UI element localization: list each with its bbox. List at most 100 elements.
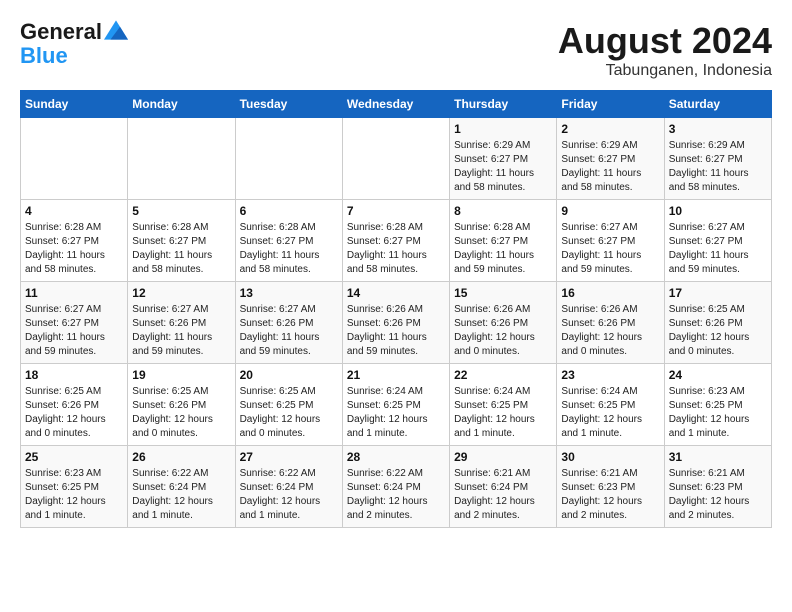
calendar-cell: 1 Sunrise: 6:29 AM Sunset: 6:27 PM Daylig… <box>450 118 557 200</box>
day-info: Sunrise: 6:28 AM Sunset: 6:27 PM Dayligh… <box>347 221 445 277</box>
day-number: 1 <box>454 122 552 136</box>
calendar-cell: 4 Sunrise: 6:28 AM Sunset: 6:27 PM Daylig… <box>21 200 128 282</box>
calendar-cell: 12Sunrise: 6:27 AM Sunset: 6:26 PM Dayli… <box>128 282 235 364</box>
day-number: 13 <box>240 286 338 300</box>
location-subtitle: Tabunganen, Indonesia <box>558 62 772 80</box>
calendar-cell: 31 Sunrise: 6:21 AM Sunset: 6:23 PM Dayli… <box>664 446 771 528</box>
day-number: 15 <box>454 286 552 300</box>
day-number: 7 <box>347 204 445 218</box>
day-info: Sunrise: 6:27 AM Sunset: 6:26 PM Dayligh… <box>240 303 338 359</box>
day-info: Sunrise: 6:23 AM Sunset: 6:25 PM Dayligh… <box>669 385 767 441</box>
day-info: Sunrise: 6:25 AM Sunset: 6:26 PM Dayligh… <box>132 385 230 441</box>
calendar-cell: 29Sunrise: 6:21 AM Sunset: 6:24 PM Dayli… <box>450 446 557 528</box>
day-number: 10 <box>669 204 767 218</box>
calendar-week-4: 18 Sunrise: 6:25 AM Sunset: 6:26 PM Dayli… <box>21 364 772 446</box>
day-info: Sunrise: 6:27 AM Sunset: 6:27 PM Dayligh… <box>561 221 659 277</box>
day-info: Sunrise: 6:22 AM Sunset: 6:24 PM Dayligh… <box>132 467 230 523</box>
calendar-week-1: 1 Sunrise: 6:29 AM Sunset: 6:27 PM Daylig… <box>21 118 772 200</box>
weekday-header-wednesday: Wednesday <box>342 91 449 118</box>
day-info: Sunrise: 6:26 AM Sunset: 6:26 PM Dayligh… <box>561 303 659 359</box>
calendar-cell: 13 Sunrise: 6:27 AM Sunset: 6:26 PM Dayli… <box>235 282 342 364</box>
day-number: 27 <box>240 450 338 464</box>
calendar-table: SundayMondayTuesdayWednesdayThursdayFrid… <box>20 90 772 528</box>
day-number: 3 <box>669 122 767 136</box>
calendar-cell: 26 Sunrise: 6:22 AM Sunset: 6:24 PM Dayli… <box>128 446 235 528</box>
calendar-cell: 25 Sunrise: 6:23 AM Sunset: 6:25 PM Dayli… <box>21 446 128 528</box>
day-info: Sunrise: 6:24 AM Sunset: 6:25 PM Dayligh… <box>454 385 552 441</box>
day-number: 24 <box>669 368 767 382</box>
day-number: 16 <box>561 286 659 300</box>
day-info: Sunrise: 6:28 AM Sunset: 6:27 PM Dayligh… <box>132 221 230 277</box>
calendar-cell: 28 Sunrise: 6:22 AM Sunset: 6:24 PM Dayli… <box>342 446 449 528</box>
calendar-cell: 8 Sunrise: 6:28 AM Sunset: 6:27 PM Daylig… <box>450 200 557 282</box>
day-info: Sunrise: 6:24 AM Sunset: 6:25 PM Dayligh… <box>347 385 445 441</box>
calendar-cell <box>235 118 342 200</box>
calendar-cell <box>21 118 128 200</box>
day-info: Sunrise: 6:22 AM Sunset: 6:24 PM Dayligh… <box>240 467 338 523</box>
logo: General Blue <box>20 20 128 68</box>
day-number: 11 <box>25 286 123 300</box>
calendar-cell: 6Sunrise: 6:28 AM Sunset: 6:27 PM Daylig… <box>235 200 342 282</box>
day-number: 2 <box>561 122 659 136</box>
calendar-week-3: 11Sunrise: 6:27 AM Sunset: 6:27 PM Dayli… <box>21 282 772 364</box>
day-info: Sunrise: 6:22 AM Sunset: 6:24 PM Dayligh… <box>347 467 445 523</box>
day-info: Sunrise: 6:25 AM Sunset: 6:25 PM Dayligh… <box>240 385 338 441</box>
day-number: 25 <box>25 450 123 464</box>
weekday-header-thursday: Thursday <box>450 91 557 118</box>
calendar-cell: 3 Sunrise: 6:29 AM Sunset: 6:27 PM Daylig… <box>664 118 771 200</box>
day-number: 20 <box>240 368 338 382</box>
page-header: General Blue August 2024 Tabunganen, Ind… <box>20 20 772 80</box>
day-info: Sunrise: 6:21 AM Sunset: 6:24 PM Dayligh… <box>454 467 552 523</box>
logo-icon <box>104 20 128 40</box>
day-info: Sunrise: 6:28 AM Sunset: 6:27 PM Dayligh… <box>454 221 552 277</box>
calendar-header: SundayMondayTuesdayWednesdayThursdayFrid… <box>21 91 772 118</box>
day-info: Sunrise: 6:23 AM Sunset: 6:25 PM Dayligh… <box>25 467 123 523</box>
day-info: Sunrise: 6:28 AM Sunset: 6:27 PM Dayligh… <box>240 221 338 277</box>
day-info: Sunrise: 6:29 AM Sunset: 6:27 PM Dayligh… <box>669 139 767 195</box>
calendar-cell: 30Sunrise: 6:21 AM Sunset: 6:23 PM Dayli… <box>557 446 664 528</box>
day-number: 21 <box>347 368 445 382</box>
weekday-row: SundayMondayTuesdayWednesdayThursdayFrid… <box>21 91 772 118</box>
calendar-cell: 24 Sunrise: 6:23 AM Sunset: 6:25 PM Dayli… <box>664 364 771 446</box>
day-number: 5 <box>132 204 230 218</box>
calendar-cell: 19Sunrise: 6:25 AM Sunset: 6:26 PM Dayli… <box>128 364 235 446</box>
calendar-cell <box>342 118 449 200</box>
day-number: 26 <box>132 450 230 464</box>
day-number: 17 <box>669 286 767 300</box>
month-title: August 2024 <box>558 20 772 62</box>
calendar-cell: 22Sunrise: 6:24 AM Sunset: 6:25 PM Dayli… <box>450 364 557 446</box>
calendar-cell: 27 Sunrise: 6:22 AM Sunset: 6:24 PM Dayli… <box>235 446 342 528</box>
calendar-week-5: 25 Sunrise: 6:23 AM Sunset: 6:25 PM Dayli… <box>21 446 772 528</box>
day-number: 4 <box>25 204 123 218</box>
day-info: Sunrise: 6:29 AM Sunset: 6:27 PM Dayligh… <box>454 139 552 195</box>
day-number: 30 <box>561 450 659 464</box>
calendar-cell: 16 Sunrise: 6:26 AM Sunset: 6:26 PM Dayli… <box>557 282 664 364</box>
weekday-header-tuesday: Tuesday <box>235 91 342 118</box>
logo-blue: Blue <box>20 44 128 68</box>
calendar-cell: 5 Sunrise: 6:28 AM Sunset: 6:27 PM Daylig… <box>128 200 235 282</box>
calendar-cell: 15 Sunrise: 6:26 AM Sunset: 6:26 PM Dayli… <box>450 282 557 364</box>
calendar-cell: 10 Sunrise: 6:27 AM Sunset: 6:27 PM Dayli… <box>664 200 771 282</box>
weekday-header-monday: Monday <box>128 91 235 118</box>
day-number: 18 <box>25 368 123 382</box>
day-info: Sunrise: 6:26 AM Sunset: 6:26 PM Dayligh… <box>454 303 552 359</box>
calendar-cell: 17Sunrise: 6:25 AM Sunset: 6:26 PM Dayli… <box>664 282 771 364</box>
day-info: Sunrise: 6:27 AM Sunset: 6:27 PM Dayligh… <box>669 221 767 277</box>
day-number: 28 <box>347 450 445 464</box>
weekday-header-sunday: Sunday <box>21 91 128 118</box>
calendar-cell: 7 Sunrise: 6:28 AM Sunset: 6:27 PM Daylig… <box>342 200 449 282</box>
day-number: 9 <box>561 204 659 218</box>
calendar-cell: 11Sunrise: 6:27 AM Sunset: 6:27 PM Dayli… <box>21 282 128 364</box>
calendar-cell: 2 Sunrise: 6:29 AM Sunset: 6:27 PM Daylig… <box>557 118 664 200</box>
title-block: August 2024 Tabunganen, Indonesia <box>558 20 772 80</box>
day-info: Sunrise: 6:21 AM Sunset: 6:23 PM Dayligh… <box>669 467 767 523</box>
calendar-cell: 9 Sunrise: 6:27 AM Sunset: 6:27 PM Daylig… <box>557 200 664 282</box>
day-number: 31 <box>669 450 767 464</box>
day-number: 8 <box>454 204 552 218</box>
calendar-cell: 21 Sunrise: 6:24 AM Sunset: 6:25 PM Dayli… <box>342 364 449 446</box>
day-info: Sunrise: 6:28 AM Sunset: 6:27 PM Dayligh… <box>25 221 123 277</box>
calendar-cell: 23Sunrise: 6:24 AM Sunset: 6:25 PM Dayli… <box>557 364 664 446</box>
calendar-cell: 18Sunrise: 6:25 AM Sunset: 6:26 PM Dayli… <box>21 364 128 446</box>
weekday-header-saturday: Saturday <box>664 91 771 118</box>
day-info: Sunrise: 6:29 AM Sunset: 6:27 PM Dayligh… <box>561 139 659 195</box>
